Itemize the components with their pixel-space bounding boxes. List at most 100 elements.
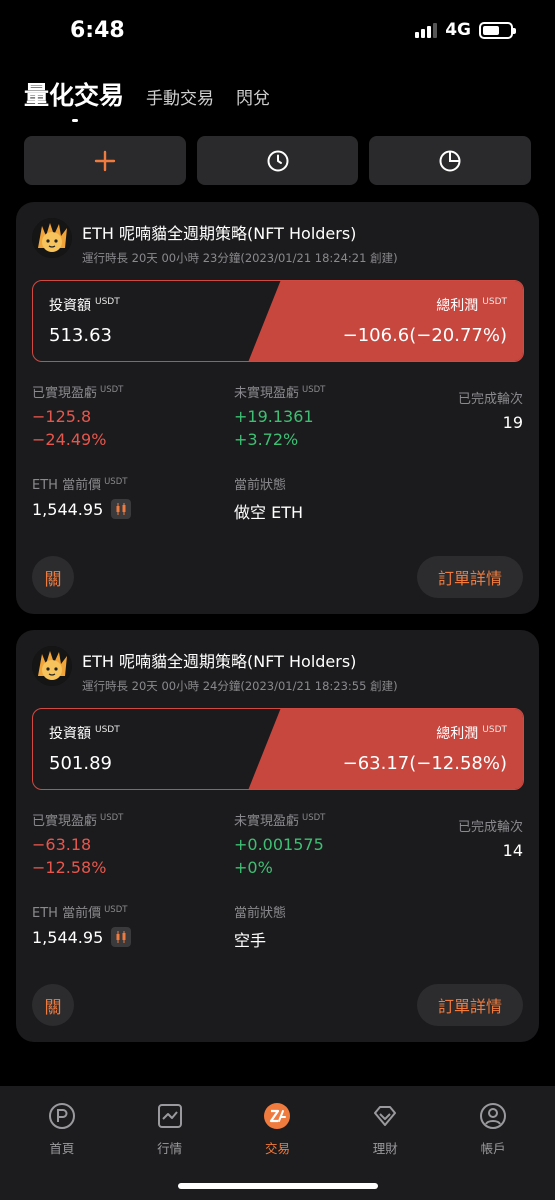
unrealized-amount: +0.001575	[234, 835, 324, 854]
strategy-avatar	[32, 646, 72, 686]
action-bar	[24, 136, 532, 185]
close-strategy-button[interactable]: 關	[32, 984, 74, 1026]
realized-label: 已實現盈虧	[32, 814, 98, 829]
total-profit-value: −106.6(−20.77%)	[342, 325, 507, 346]
strategy-title: ETH 呢喃貓全週期策略(NFT Holders)	[82, 652, 357, 671]
unrealized-percent: +0%	[234, 858, 273, 877]
realized-amount: −63.18	[32, 835, 92, 854]
trade-mode-tabs: 量化交易 手動交易 閃兌	[24, 76, 270, 122]
diamond-icon	[371, 1102, 399, 1130]
current-state-value: 做空 ETH	[234, 503, 304, 522]
realized-pnl: 已實現盈虧 USDT −63.18 −12.58%	[32, 810, 123, 877]
completed-rounds-label: 已完成輪次	[457, 820, 523, 835]
completed-rounds-label: 已完成輪次	[457, 392, 523, 407]
battery-icon	[479, 21, 516, 39]
current-state: 當前狀態 做空 ETH	[234, 474, 303, 523]
unit-label: USDT	[302, 384, 326, 395]
nav-account[interactable]: 帳戶	[448, 1086, 538, 1200]
home-indicator	[178, 1183, 378, 1189]
strategy-card: ETH 呢喃貓全週期策略(NFT Holders) 運行時長 20天 00小時 …	[16, 202, 539, 614]
invest-value: 501.89	[49, 753, 112, 774]
profit-banner: 投資額 USDT 513.63 總利潤 USDT −106.6(−20.77%)	[32, 280, 524, 362]
total-profit-label: 總利潤	[436, 298, 479, 314]
realized-percent: −12.58%	[32, 858, 107, 877]
invest-value: 513.63	[49, 325, 112, 346]
realized-percent: −24.49%	[32, 430, 107, 449]
completed-rounds: 已完成輪次 19	[458, 388, 523, 432]
unrealized-pnl: 未實現盈虧 USDT +0.001575 +0%	[234, 810, 325, 877]
tab-manual-trading[interactable]: 手動交易	[146, 84, 214, 109]
add-strategy-button[interactable]	[24, 136, 186, 185]
signal-icon	[415, 22, 438, 38]
trade-icon	[263, 1102, 291, 1130]
unit-label: USDT	[100, 812, 124, 823]
completed-rounds: 已完成輪次 14	[458, 816, 523, 860]
current-state-label: 當前狀態	[234, 906, 287, 921]
unit-label: USDT	[482, 725, 507, 736]
cat-avatar-icon	[32, 646, 72, 686]
status-indicators: 4G	[415, 20, 516, 40]
candlestick-icon[interactable]	[111, 499, 132, 519]
unrealized-label: 未實現盈虧	[234, 814, 300, 829]
home-p-icon	[48, 1102, 76, 1130]
current-price-value: 1,544.95	[32, 499, 104, 519]
unit-label: USDT	[95, 297, 120, 308]
unit-label: USDT	[302, 812, 326, 823]
current-state-label: 當前狀態	[234, 478, 287, 493]
current-price-label: ETH 當前價	[32, 906, 102, 921]
statistics-button[interactable]	[369, 136, 532, 185]
user-icon	[479, 1102, 507, 1130]
current-state-value: 空手	[234, 931, 267, 950]
plus-icon	[94, 150, 116, 171]
order-detail-button[interactable]: 訂單詳情	[417, 984, 523, 1026]
unit-label: USDT	[104, 904, 128, 915]
unrealized-percent: +3.72%	[234, 430, 299, 449]
cat-avatar-icon	[32, 218, 72, 258]
history-button[interactable]	[196, 136, 359, 185]
invest-label: 投資額	[49, 726, 91, 742]
nav-market-label: 行情	[157, 1141, 183, 1156]
completed-rounds-value: 14	[502, 841, 523, 860]
status-time: 6:48	[70, 18, 125, 43]
total-profit-label: 總利潤	[436, 726, 479, 742]
nav-home[interactable]: 首頁	[17, 1086, 107, 1200]
total-profit-value: −63.17(−12.58%)	[342, 753, 507, 774]
strategy-runtime: 運行時長 20天 00小時 24分鐘(2023/01/21 18:23:55 創…	[82, 679, 398, 693]
clock-icon	[267, 150, 288, 171]
nav-trade-label: 交易	[264, 1141, 290, 1156]
current-price: ETH 當前價 USDT 1,544.95	[32, 902, 132, 947]
pie-chart-icon	[439, 150, 461, 171]
nav-home-label: 首頁	[49, 1141, 75, 1156]
strategy-title: ETH 呢喃貓全週期策略(NFT Holders)	[82, 224, 357, 243]
strategy-avatar	[32, 218, 72, 258]
realized-amount: −125.8	[32, 407, 92, 426]
close-strategy-button[interactable]: 關	[32, 556, 74, 598]
strategy-runtime: 運行時長 20天 00小時 23分鐘(2023/01/21 18:24:21 創…	[82, 251, 398, 265]
unrealized-pnl: 未實現盈虧 USDT +19.1361 +3.72%	[234, 382, 325, 449]
unit-label: USDT	[482, 297, 507, 308]
invest-label: 投資額	[49, 298, 91, 314]
market-chart-icon	[156, 1102, 184, 1130]
strategy-card: ETH 呢喃貓全週期策略(NFT Holders) 運行時長 20天 00小時 …	[16, 630, 539, 1042]
current-price-value: 1,544.95	[32, 927, 104, 947]
network-label: 4G	[445, 20, 471, 40]
nav-finance-label: 理財	[372, 1141, 398, 1156]
unit-label: USDT	[104, 476, 128, 487]
completed-rounds-value: 19	[502, 413, 523, 432]
nav-account-label: 帳戶	[480, 1141, 506, 1156]
unit-label: USDT	[100, 384, 124, 395]
current-state: 當前狀態 空手	[234, 902, 286, 951]
tab-flash-swap[interactable]: 閃兌	[236, 84, 270, 109]
realized-label: 已實現盈虧	[32, 386, 98, 401]
unrealized-label: 未實現盈虧	[234, 386, 300, 401]
current-price-label: ETH 當前價	[32, 478, 102, 493]
order-detail-button[interactable]: 訂單詳情	[417, 556, 523, 598]
unrealized-amount: +19.1361	[234, 407, 314, 426]
realized-pnl: 已實現盈虧 USDT −125.8 −24.49%	[32, 382, 123, 449]
status-bar: 6:48 4G	[0, 0, 555, 64]
unit-label: USDT	[95, 725, 120, 736]
candlestick-icon[interactable]	[111, 927, 132, 947]
current-price: ETH 當前價 USDT 1,544.95	[32, 474, 132, 519]
profit-banner: 投資額 USDT 501.89 總利潤 USDT −63.17(−12.58%)	[32, 708, 524, 790]
tab-quant-trading[interactable]: 量化交易	[24, 76, 124, 122]
